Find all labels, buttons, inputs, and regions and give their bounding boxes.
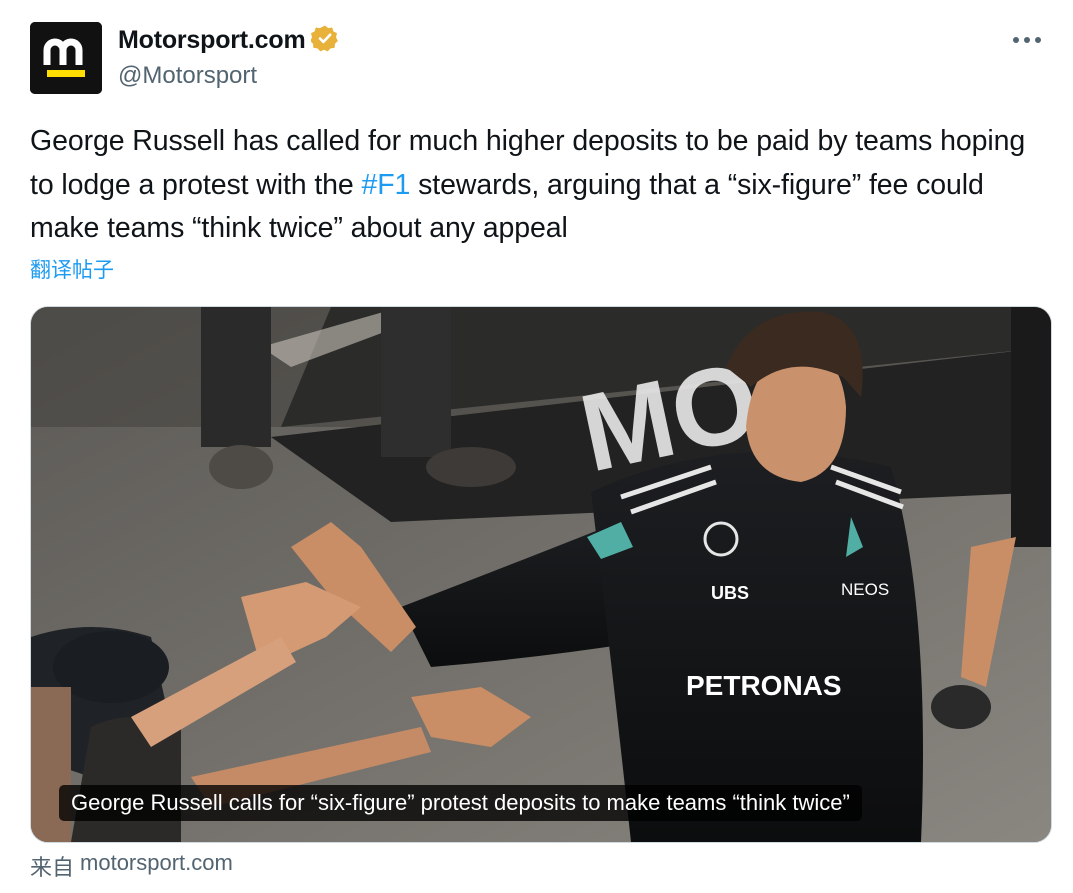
motorsport-logo-icon — [30, 22, 102, 94]
name-row: Motorsport.com — [118, 24, 339, 57]
more-options-button[interactable] — [1007, 22, 1047, 58]
tweet-text: George Russell has called for much highe… — [30, 120, 1045, 251]
link-card-caption: George Russell calls for “six-figure” pr… — [59, 785, 862, 821]
source-prefix: 来自 — [30, 856, 75, 881]
translate-post-link[interactable]: 翻译帖子 — [30, 254, 114, 284]
account-avatar[interactable] — [30, 22, 102, 94]
account-handle[interactable]: @Motorsport — [118, 62, 257, 90]
article-photo: MOT UBS NEOS PETRONAS — [31, 307, 1051, 842]
suit-sponsor-ubs: UBS — [711, 583, 749, 603]
display-name[interactable]: Motorsport.com — [118, 26, 306, 55]
more-horizontal-icon — [1013, 37, 1041, 43]
suit-sponsor-main: PETRONAS — [686, 670, 842, 701]
suit-sponsor-neos: NEOS — [841, 580, 889, 599]
link-source: 来自 motorsport.com — [30, 850, 233, 882]
link-card[interactable]: MOT UBS NEOS PETRONAS George Russell cal… — [30, 306, 1052, 843]
gold-verified-badge-icon — [310, 24, 339, 57]
source-domain-link[interactable]: motorsport.com — [80, 850, 233, 882]
tweet-header: Motorsport.com @Motorsport — [30, 20, 1053, 96]
hashtag-link[interactable]: #F1 — [362, 169, 411, 201]
